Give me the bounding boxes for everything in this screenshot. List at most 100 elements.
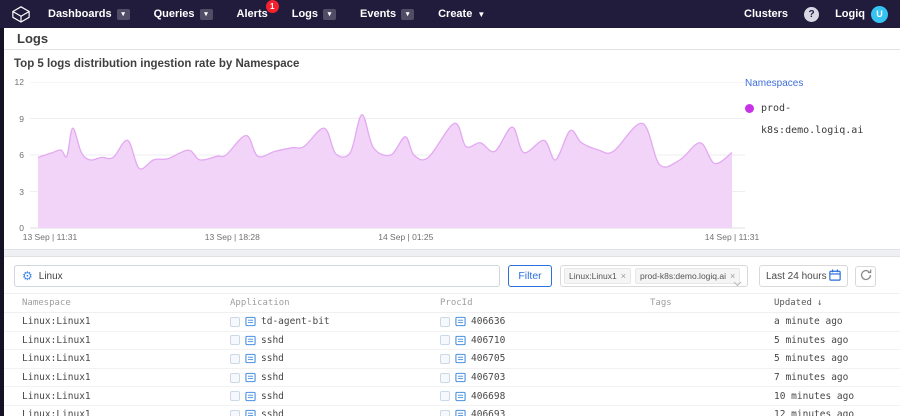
column-header-namespace[interactable]: Namespace [0, 298, 222, 308]
refresh-button[interactable] [855, 266, 876, 287]
nav-item-clusters[interactable]: Clusters [744, 8, 788, 20]
x-tick-label: 14 Sep | 01:25 [378, 232, 433, 242]
namespace-filter-select[interactable]: Linux:Linux1 × prod-k8s:demo.logiq.ai× [560, 265, 748, 287]
y-tick-label: 6 [19, 150, 24, 160]
nav-menu: Dashboards▾Queries▾Alerts1Logs▾Events▾Cr… [48, 8, 485, 20]
cell-procid: 406703 [432, 372, 642, 383]
log-view-icon[interactable] [455, 353, 466, 364]
filter-button[interactable]: Filter [508, 265, 552, 287]
table-row[interactable]: Linux:Linux1sshd40669810 minutes ago [0, 387, 900, 406]
row-checkbox[interactable] [230, 354, 240, 364]
nav-item-alerts[interactable]: Alerts1 [237, 8, 268, 20]
table-row[interactable]: Linux:Linux1sshd4067105 minutes ago [0, 332, 900, 351]
log-view-icon[interactable] [455, 391, 466, 402]
cell-updated: 5 minutes ago [766, 353, 900, 364]
chevron-down-icon[interactable]: ▾ [117, 9, 130, 20]
filter-chip-label: Linux:Linux1 [569, 271, 617, 281]
user-menu[interactable]: Logiq U [835, 6, 888, 23]
filter-chip: prod-k8s:demo.logiq.ai× [635, 268, 740, 284]
row-checkbox[interactable] [440, 373, 450, 383]
cell-namespace: Linux:Linux1 [0, 391, 222, 402]
column-header-application[interactable]: Application [222, 298, 432, 308]
nav-item-dashboards[interactable]: Dashboards ▾ [48, 8, 130, 20]
column-header-label: Tags [650, 298, 672, 308]
column-header-procid[interactable]: ProcId [432, 298, 642, 308]
row-checkbox[interactable] [230, 335, 240, 345]
time-range-value: Last 24 hours [766, 271, 827, 282]
legend-item[interactable]: prod-k8s:demo.logiq.ai [745, 103, 895, 136]
row-checkbox[interactable] [230, 410, 240, 416]
time-range-picker[interactable]: Last 24 hours [759, 265, 848, 287]
search-input[interactable] [39, 271, 492, 282]
top-nav: Dashboards▾Queries▾Alerts1Logs▾Events▾Cr… [0, 0, 900, 28]
column-header-updated[interactable]: Updated↓ [766, 298, 900, 308]
x-tick-label: 14 Sep | 11:31 [705, 232, 760, 242]
chart-legend: Namespaces prod-k8s:demo.logiq.ai [745, 78, 895, 136]
legend-dot-icon [745, 104, 754, 113]
y-tick-label: 3 [19, 187, 24, 197]
chevron-down-icon[interactable]: ▾ [401, 9, 414, 20]
row-checkbox[interactable] [440, 317, 450, 327]
log-view-icon[interactable] [245, 409, 256, 416]
table-row[interactable]: Linux:Linux1sshd4067055 minutes ago [0, 350, 900, 369]
nav-item-events[interactable]: Events▾ [360, 8, 414, 20]
log-view-icon[interactable] [245, 316, 256, 327]
caret-down-icon: ▼ [477, 10, 485, 19]
nav-item-label: Dashboards [48, 8, 112, 20]
legend-item-label: prod- [761, 103, 791, 114]
help-icon[interactable]: ? [804, 7, 819, 22]
application-value: sshd [261, 409, 284, 416]
application-value: sshd [261, 335, 284, 346]
log-view-icon[interactable] [245, 335, 256, 346]
procid-value: 406705 [471, 353, 505, 364]
cell-procid: 406693 [432, 409, 642, 416]
log-view-icon[interactable] [245, 372, 256, 383]
log-view-icon[interactable] [455, 372, 466, 383]
cell-application: sshd [222, 335, 432, 346]
x-tick-label: 13 Sep | 18:28 [205, 232, 260, 242]
row-checkbox[interactable] [440, 410, 450, 416]
column-header-label: Namespace [22, 298, 71, 308]
procid-value: 406710 [471, 335, 505, 346]
row-checkbox[interactable] [230, 391, 240, 401]
row-checkbox[interactable] [230, 373, 240, 383]
row-checkbox[interactable] [440, 335, 450, 345]
nav-item-create[interactable]: Create▼ [438, 8, 485, 20]
nav-item-queries[interactable]: Queries ▾ [154, 8, 213, 20]
sort-desc-icon: ↓ [817, 298, 822, 308]
cell-application: td-agent-bit [222, 316, 432, 327]
chevron-down-icon[interactable]: ▾ [323, 9, 336, 20]
chevron-down-icon[interactable]: ▾ [200, 9, 213, 20]
alert-count-badge: 1 [266, 0, 279, 13]
calendar-icon[interactable] [829, 269, 841, 284]
procid-value: 406693 [471, 409, 505, 416]
log-view-icon[interactable] [455, 409, 466, 416]
nav-item-logs[interactable]: Logs ▾ [292, 8, 336, 20]
cell-application: sshd [222, 353, 432, 364]
log-view-icon[interactable] [245, 391, 256, 402]
search-box[interactable]: ⚙ [14, 265, 500, 287]
log-view-icon[interactable] [455, 316, 466, 327]
table-row[interactable]: Linux:Linux1td-agent-bit406636a minute a… [0, 313, 900, 332]
cell-procid: 406636 [432, 316, 642, 327]
chevron-down-icon[interactable] [733, 274, 742, 292]
column-header-tags[interactable]: Tags [642, 298, 766, 308]
nav-item-label: Logs [292, 8, 318, 20]
row-checkbox[interactable] [440, 354, 450, 364]
gear-icon: ⚙ [22, 270, 33, 282]
table-row[interactable]: Linux:Linux1sshd40669312 minutes ago [0, 406, 900, 416]
log-view-icon[interactable] [455, 335, 466, 346]
nav-item-label: Queries [154, 8, 195, 20]
row-checkbox[interactable] [440, 391, 450, 401]
log-view-icon[interactable] [245, 353, 256, 364]
procid-value: 406698 [471, 391, 505, 402]
row-checkbox[interactable] [230, 317, 240, 327]
chart-panel: Top 5 logs distribution ingestion rate b… [0, 50, 900, 250]
legend-title[interactable]: Namespaces [745, 78, 895, 89]
logiq-logo-icon[interactable] [10, 5, 32, 24]
ingestion-area-chart[interactable] [30, 82, 745, 230]
left-edge-strip [0, 28, 4, 416]
chip-remove-icon[interactable]: × [621, 272, 626, 281]
avatar[interactable]: U [871, 6, 888, 23]
table-row[interactable]: Linux:Linux1sshd4067037 minutes ago [0, 369, 900, 388]
